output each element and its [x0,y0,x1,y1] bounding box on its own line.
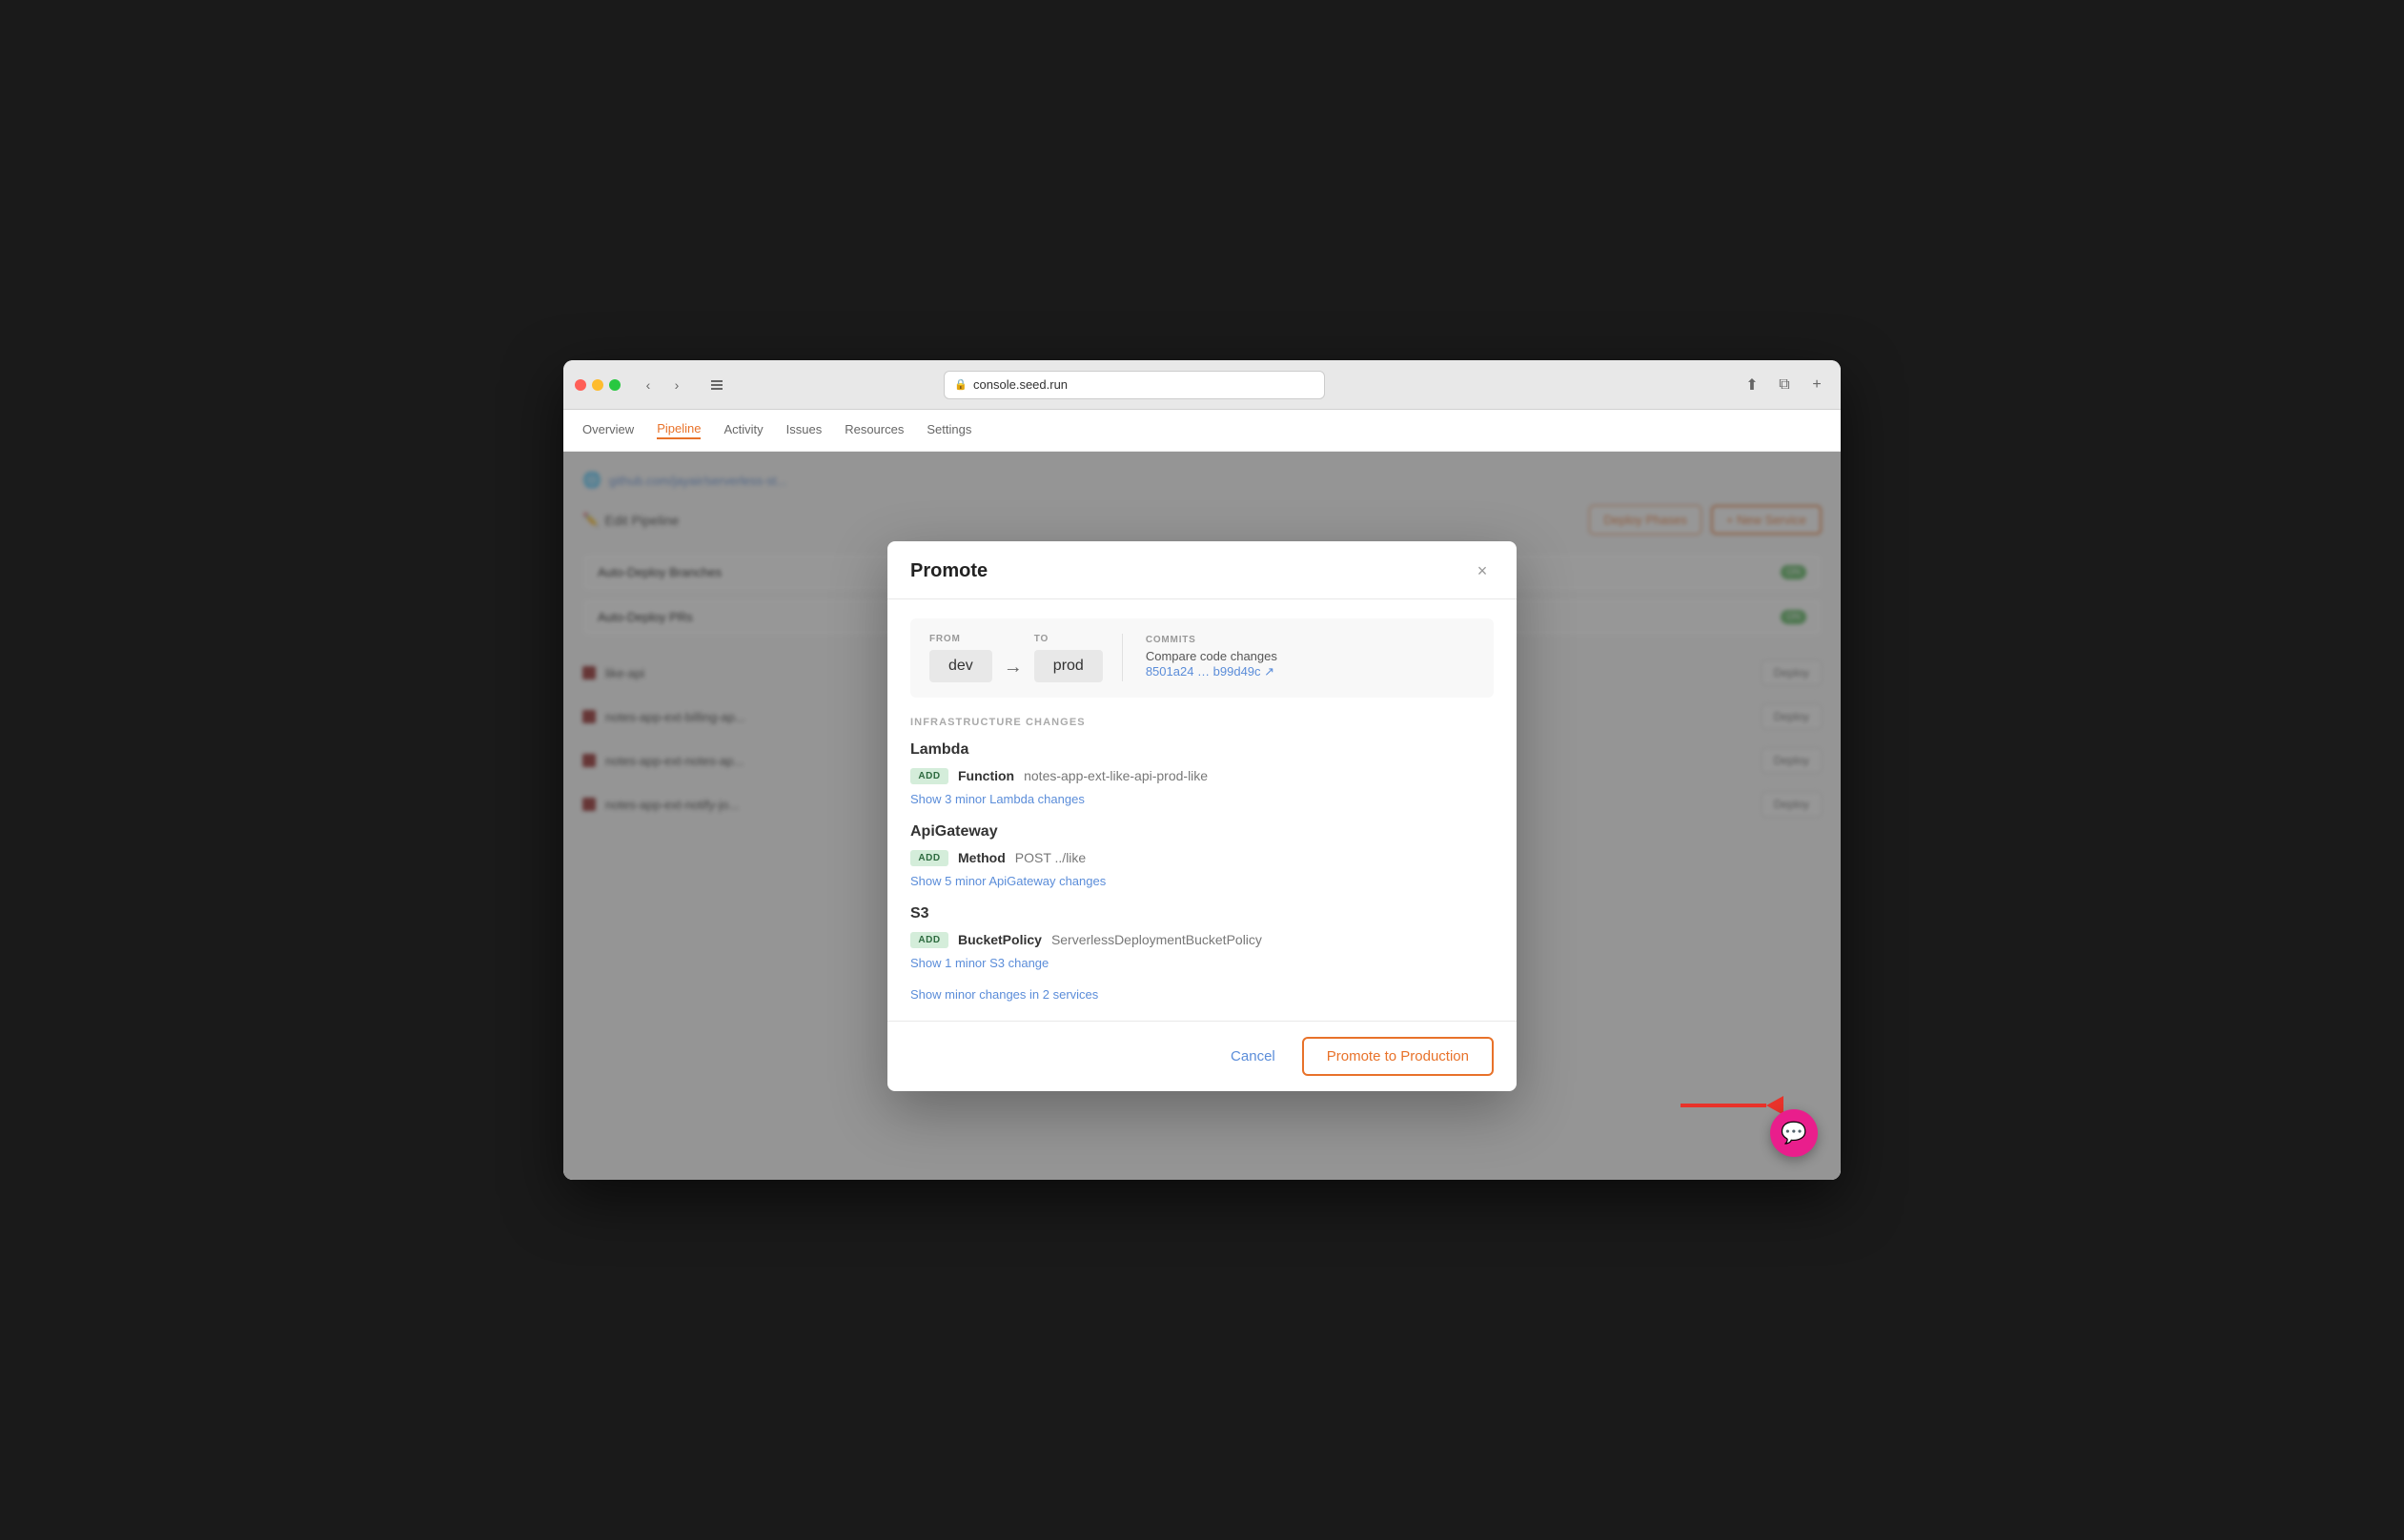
lambda-change-type: Function [958,768,1014,783]
maximize-traffic-light[interactable] [609,379,621,391]
s3-add-badge: ADD [910,932,948,948]
apigateway-change-row: ADD Method POST ../like [910,850,1494,866]
browser-titlebar: ‹ › 🔒 console.seed.run ⬆ ⧉ + [563,360,1841,410]
apigateway-group-name: ApiGateway [910,823,1494,841]
sidebar-toggle-button[interactable] [704,373,729,397]
show-minor-services-link[interactable]: Show minor changes in 2 services [910,987,1494,1002]
to-section: TO prod [1034,634,1103,682]
to-badge: prod [1034,650,1103,682]
main-area: 🌐 github.com/jayair/serverless-st... ✏️ … [563,452,1841,1180]
close-traffic-light[interactable] [575,379,586,391]
apigateway-show-more-link[interactable]: Show 5 minor ApiGateway changes [910,874,1494,888]
commits-section: COMMITS Compare code changes 8501a24 … b… [1142,635,1475,680]
modal-header: Promote × [887,541,1517,599]
minimize-traffic-light[interactable] [592,379,603,391]
top-nav: Overview Pipeline Activity Issues Resour… [563,410,1841,452]
page-content: Overview Pipeline Activity Issues Resour… [563,410,1841,1180]
lambda-change-name: notes-app-ext-like-api-prod-like [1024,768,1208,783]
modal-overlay[interactable]: Promote × FROM dev → [563,452,1841,1180]
arrow-line [1681,1104,1766,1107]
promote-modal: Promote × FROM dev → [887,541,1517,1091]
modal-body: FROM dev → TO prod COMMITS Comp [887,599,1517,1021]
modal-title: Promote [910,560,988,582]
apigateway-group: ApiGateway ADD Method POST ../like Show … [910,823,1494,888]
browser-window: ‹ › 🔒 console.seed.run ⬆ ⧉ + Overview Pi… [563,360,1841,1180]
share-button[interactable]: ⬆ [1740,373,1764,397]
lock-icon: 🔒 [954,378,968,391]
nav-overview[interactable]: Overview [582,422,634,438]
annotation-arrow [1681,1096,1783,1115]
commits-label: COMMITS [1146,635,1475,645]
from-badge: dev [929,650,992,682]
cancel-button[interactable]: Cancel [1219,1041,1287,1072]
new-tab-button[interactable]: ⧉ [1772,373,1797,397]
promote-flow: FROM dev → TO prod COMMITS Comp [910,618,1494,698]
nav-pipeline[interactable]: Pipeline [657,421,701,439]
nav-issues[interactable]: Issues [786,422,823,438]
commits-link[interactable]: 8501a24 … b99d49c ↗ [1146,664,1274,679]
s3-show-more-link[interactable]: Show 1 minor S3 change [910,956,1494,970]
modal-close-button[interactable]: × [1471,560,1494,583]
from-label: FROM [929,634,992,644]
infra-section-label: INFRASTRUCTURE CHANGES [910,717,1494,728]
promote-to-production-button[interactable]: Promote to Production [1302,1037,1494,1076]
url-text: console.seed.run [973,377,1068,392]
traffic-lights [575,379,621,391]
apigateway-add-badge: ADD [910,850,948,866]
modal-footer: Cancel Promote to Production [887,1021,1517,1091]
chat-icon: 💬 [1781,1121,1806,1145]
from-section: FROM dev [929,634,992,682]
lambda-show-more-link[interactable]: Show 3 minor Lambda changes [910,792,1494,806]
s3-change-row: ADD BucketPolicy ServerlessDeploymentBuc… [910,932,1494,948]
commits-text: Compare code changes [1146,649,1475,663]
apigateway-change-name: POST ../like [1015,850,1086,865]
s3-group-name: S3 [910,905,1494,922]
back-button[interactable]: ‹ [636,373,661,397]
lambda-change-row: ADD Function notes-app-ext-like-api-prod… [910,768,1494,784]
flow-arrow-icon: → [1004,657,1023,679]
lambda-add-badge: ADD [910,768,948,784]
lambda-group-name: Lambda [910,741,1494,759]
add-tab-button[interactable]: + [1804,373,1829,397]
flow-divider [1122,634,1123,681]
nav-resources[interactable]: Resources [845,422,904,438]
browser-actions: ⬆ ⧉ + [1740,373,1829,397]
address-bar[interactable]: 🔒 console.seed.run [944,371,1325,399]
nav-settings[interactable]: Settings [927,422,971,438]
lambda-group: Lambda ADD Function notes-app-ext-like-a… [910,741,1494,806]
s3-change-type: BucketPolicy [958,932,1042,947]
apigateway-change-type: Method [958,850,1006,865]
s3-change-name: ServerlessDeploymentBucketPolicy [1051,932,1262,947]
to-label: TO [1034,634,1103,644]
nav-buttons: ‹ › [636,373,689,397]
nav-activity[interactable]: Activity [723,422,763,438]
forward-button[interactable]: › [664,373,689,397]
chat-bubble-button[interactable]: 💬 [1770,1109,1818,1157]
s3-group: S3 ADD BucketPolicy ServerlessDeployment… [910,905,1494,970]
